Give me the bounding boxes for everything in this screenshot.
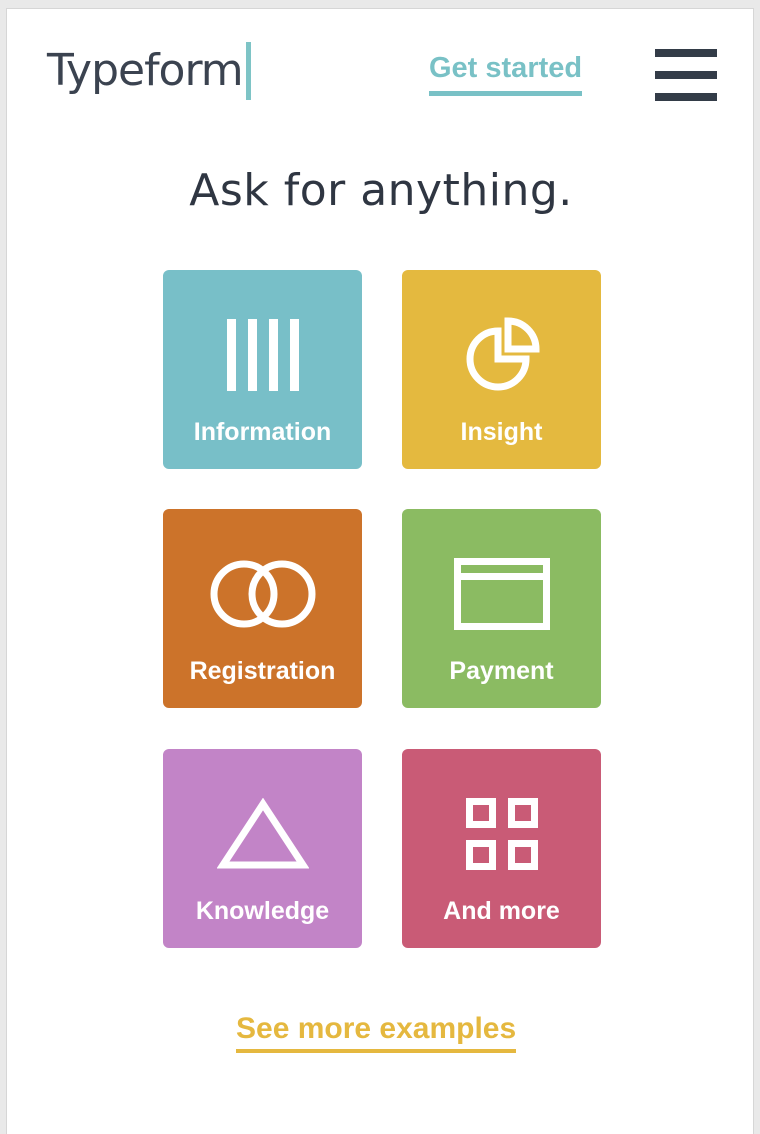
tile-knowledge[interactable]: Knowledge xyxy=(163,749,362,948)
page: Typeform Get started Ask for anything. I… xyxy=(6,8,754,1134)
vertical-bars-icon xyxy=(163,310,362,400)
get-started-link[interactable]: Get started xyxy=(429,52,583,96)
tile-label: And more xyxy=(443,897,560,925)
credit-card-icon xyxy=(402,549,601,639)
tile-and-more[interactable]: And more xyxy=(402,749,601,948)
interlocking-rings-icon xyxy=(163,549,362,639)
pie-chart-icon xyxy=(402,310,601,400)
tile-information[interactable]: Information xyxy=(163,270,362,469)
tile-label: Knowledge xyxy=(195,897,330,925)
grid-squares-icon xyxy=(402,789,601,879)
see-more-examples-link[interactable]: See more examples xyxy=(236,1012,517,1053)
hamburger-menu-icon[interactable] xyxy=(655,49,717,101)
tile-registration[interactable]: Registration xyxy=(163,509,362,708)
tile-label: Insight xyxy=(460,418,543,446)
triangle-icon xyxy=(163,789,362,879)
tile-label: Payment xyxy=(449,657,554,685)
logo-cursor-bar xyxy=(245,42,251,100)
tile-insight[interactable]: Insight xyxy=(402,270,601,469)
page-headline: Ask for anything. xyxy=(189,165,573,216)
typeform-logo[interactable]: Typeform xyxy=(47,39,251,103)
tile-payment[interactable]: Payment xyxy=(402,509,601,708)
tile-label: Information xyxy=(193,418,332,446)
logo-text: Typeform xyxy=(47,45,244,96)
tile-label: Registration xyxy=(189,657,336,685)
